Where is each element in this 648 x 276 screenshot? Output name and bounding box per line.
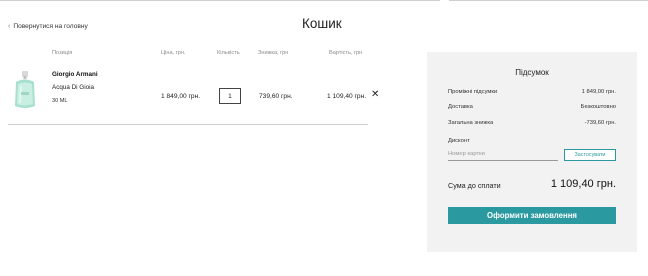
header-price: Ціна, грн. — [161, 50, 186, 56]
total-label: Сума до сплати — [448, 181, 501, 190]
delivery-value: Безкоштовно — [580, 104, 616, 110]
discount-card-label: Дисконт — [448, 138, 470, 144]
checkout-button[interactable]: Оформити замовлення — [448, 207, 616, 224]
header-item: Позиція — [52, 50, 73, 56]
order-summary-panel: Підсумок Проміжні підсумки 1 849,00 грн.… — [427, 52, 637, 252]
top-divider-left — [0, 0, 440, 1]
header-discount: Знижка, грн — [258, 50, 289, 56]
header-quantity: Кількість — [217, 50, 240, 56]
page-title: Кошик — [302, 16, 342, 31]
product-discount: 739,60 грн. — [259, 93, 293, 100]
total-discount-label: Загальна знижка — [448, 120, 494, 126]
cart-table-header: Позиція Ціна, грн. Кількість Знижка, грн… — [0, 50, 370, 60]
total-value: 1 109,40 грн. — [550, 178, 616, 190]
product-price: 1 849,00 грн. — [161, 93, 201, 100]
summary-title: Підсумок — [515, 68, 549, 77]
back-to-home-link[interactable]: ‹ Повернутися на головну — [8, 23, 88, 30]
total-discount-value: -739,60 грн. — [584, 120, 616, 126]
close-icon[interactable]: ✕ — [371, 90, 379, 100]
header-cost: Вартість, грн — [329, 50, 363, 56]
product-brand[interactable]: Giorgio Armani — [52, 71, 98, 78]
row-divider — [8, 124, 368, 125]
apply-discount-button[interactable]: Застосувати — [564, 149, 616, 161]
quantity-input[interactable] — [219, 88, 241, 104]
product-cost: 1 109,40 грн. — [327, 93, 367, 100]
product-volume: 30 ML — [52, 98, 68, 104]
top-divider-right — [449, 0, 648, 1]
cart-item-row: Giorgio Armani Acqua Di Gioia 30 ML 1 84… — [0, 66, 379, 122]
back-to-home-label: Повернутися на головну — [13, 23, 88, 30]
discount-card-input[interactable] — [448, 148, 558, 161]
subtotal-label: Проміжні підсумки — [448, 89, 498, 95]
subtotal-value: 1 849,00 грн. — [581, 89, 616, 95]
product-image — [15, 71, 35, 108]
product-model: Acqua Di Gioia — [52, 84, 94, 91]
delivery-label: Доставка — [448, 104, 473, 110]
chevron-left-icon: ‹ — [8, 23, 11, 30]
